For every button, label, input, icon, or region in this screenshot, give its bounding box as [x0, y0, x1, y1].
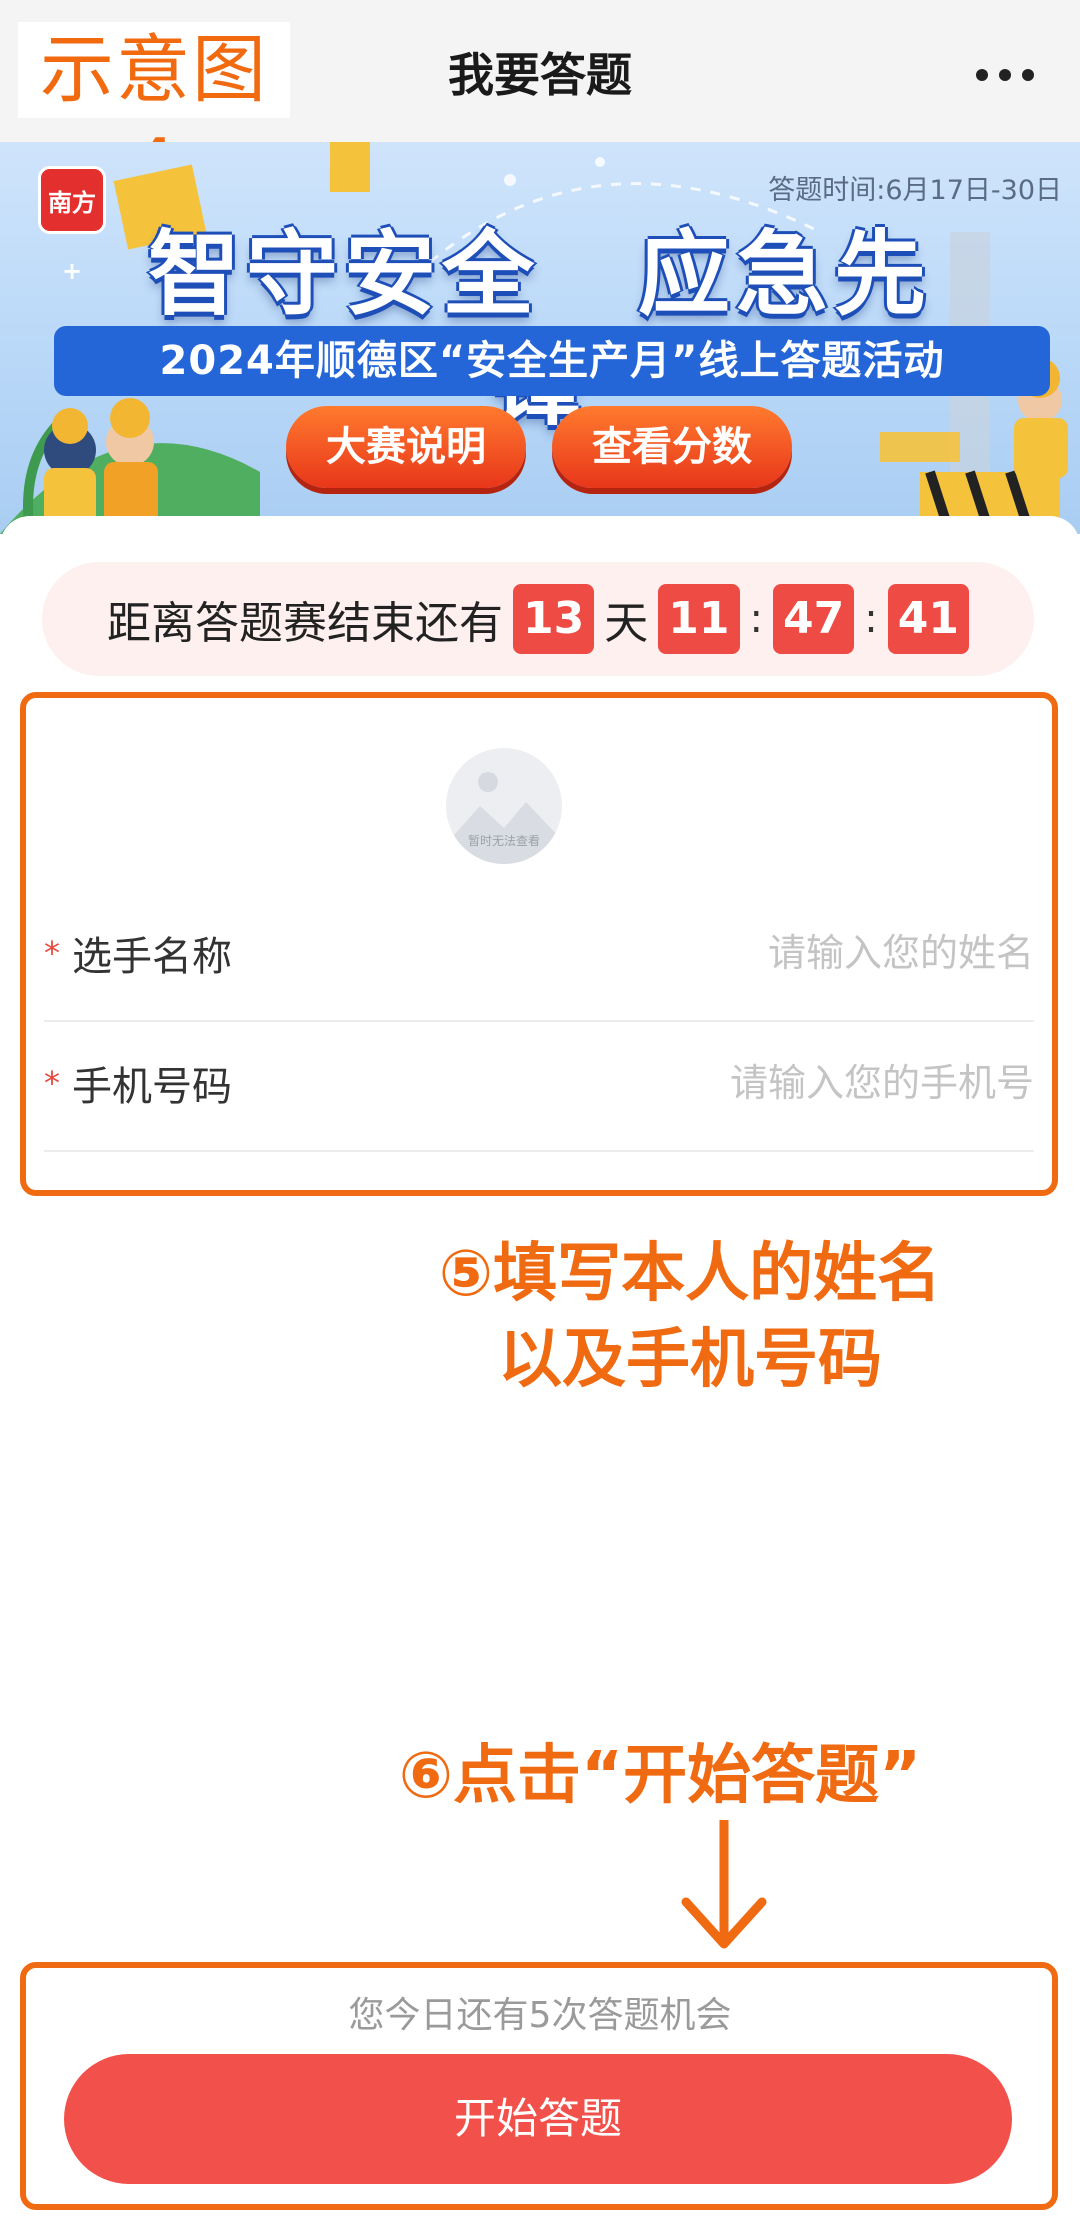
remaining-chances: 您今日还有5次答题机会	[348, 1995, 732, 2036]
avatar[interactable]: 暂时无法查看	[446, 748, 562, 864]
countdown-separator: :	[749, 596, 763, 642]
countdown-hours: 11	[658, 584, 740, 654]
brand-logo: 南方+	[38, 166, 106, 285]
countdown-seconds: 41	[887, 584, 969, 654]
contest-time: 答题时间:6月17日-30日	[768, 175, 1062, 206]
countdown-separator: :	[864, 596, 878, 642]
countdown-label: 距离答题赛结束还有	[107, 598, 504, 649]
step6-annotation: ⑥点击“开始答题”	[398, 1739, 922, 1813]
view-scores-button[interactable]: 查看分数	[552, 406, 792, 488]
countdown-days-unit: 天	[604, 598, 649, 649]
page: 示意图4 我要答题 南方+ 答题时间:6月17日-3	[0, 0, 1080, 2219]
avatar-unavailable-text: 暂时无法查看	[467, 834, 540, 848]
step5-annotation: ⑤填写本人的姓名	[438, 1237, 942, 1311]
name-row: * 选手名称	[44, 894, 1034, 1022]
phone-input[interactable]	[474, 1048, 1034, 1118]
phone-label: 手机号码	[72, 1064, 232, 1110]
required-mark: *	[44, 1064, 60, 1102]
step5-annotation-line2: 以及手机号码	[498, 1323, 882, 1397]
diagram-tag: 示意图4	[18, 22, 290, 209]
required-mark: *	[44, 934, 60, 972]
name-input[interactable]	[474, 918, 1034, 988]
arrow-down-icon	[681, 1820, 767, 1949]
top-bar: 示意图4 我要答题	[0, 0, 1080, 209]
phone-row: * 手机号码	[44, 1024, 1034, 1152]
ellipsis-icon[interactable]	[960, 50, 1050, 100]
event-banner: 南方+ 答题时间:6月17日-30日 智守安全 应急先锋 2024年顺德区“安全…	[0, 142, 1080, 534]
countdown-minutes: 47	[773, 584, 855, 654]
start-quiz-button[interactable]: 开始答题	[64, 2054, 1012, 2184]
rules-button[interactable]: 大赛说明	[286, 406, 526, 488]
countdown-bar: 距离答题赛结束还有 13 天 11 : 47 : 41	[42, 562, 1034, 676]
name-label: 选手名称	[72, 934, 232, 980]
countdown-days: 13	[513, 584, 595, 654]
page-title: 我要答题	[448, 48, 632, 102]
banner-subline: 2024年顺德区“安全生产月”线上答题活动	[54, 326, 1050, 396]
